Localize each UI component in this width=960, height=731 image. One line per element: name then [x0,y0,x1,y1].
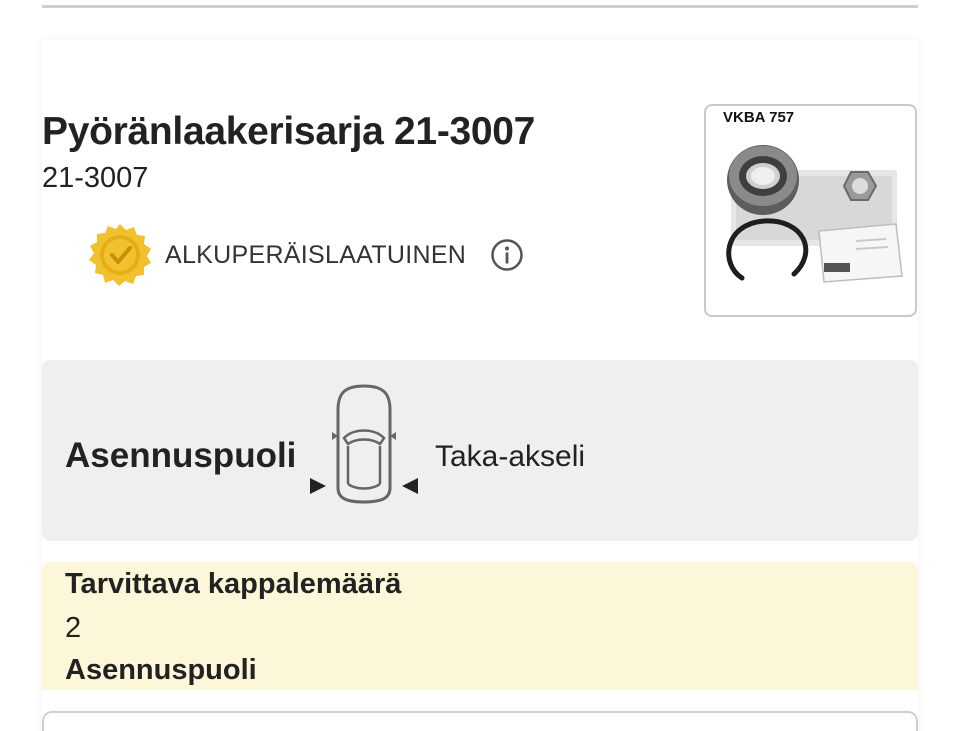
product-number: 21-3007 [42,162,149,194]
info-icon[interactable] [490,238,524,272]
quantity-label: Tarvittava kappalemäärä [65,568,402,600]
product-title: Pyöränlaakerisarja 21-3007 [42,110,536,153]
product-image[interactable]: VKBA 757 [704,104,917,317]
side-label: Asennuspuoli [65,654,257,686]
car-rear-axle-icon [310,384,418,504]
quantity-value: 2 [65,612,82,644]
quality-badge-icon [89,224,151,286]
mounting-value: Taka-akseli [435,440,586,473]
top-divider [42,5,918,8]
next-card [42,711,918,731]
quality-label: ALKUPERÄISLAATUINEN [165,240,467,269]
bearing-kit-illustration [726,145,903,283]
quality-row: ALKUPERÄISLAATUINEN [87,222,524,288]
details-box: Tarvittava kappalemäärä 2 Asennuspuoli [42,562,918,690]
mounting-side-box: Asennuspuoli Taka-akseli [42,360,918,541]
mounting-label: Asennuspuoli [65,436,297,475]
